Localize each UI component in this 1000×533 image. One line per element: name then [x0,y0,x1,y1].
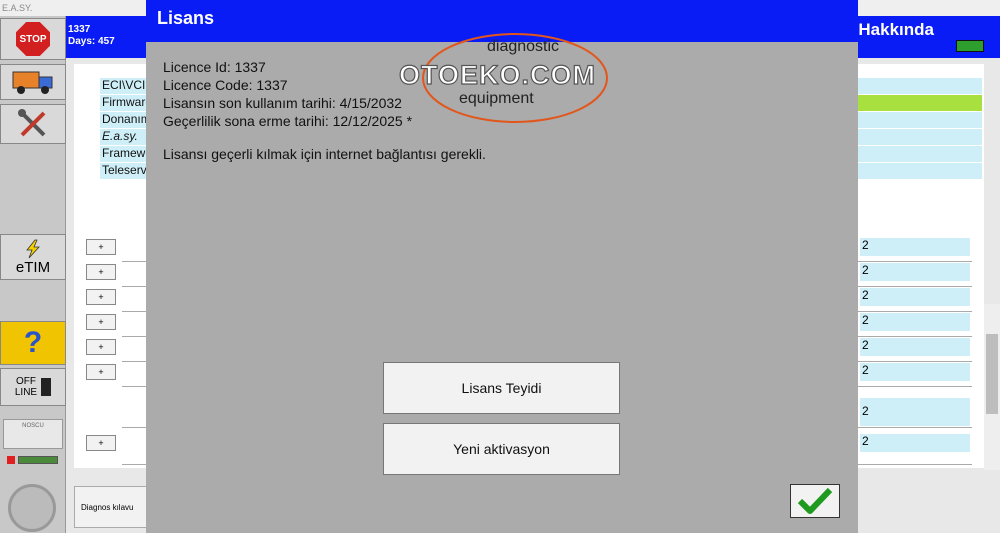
expand-button[interactable]: + [86,435,116,451]
connection-indicator [956,40,984,52]
tools-button[interactable] [0,104,66,144]
ok-button[interactable] [790,484,840,518]
value-cell-highlight [858,95,982,111]
tools-icon [18,109,46,137]
stop-icon: STOP [16,22,50,56]
value-cell [858,78,982,94]
session-line-1: 1337 [68,24,91,35]
truck-icon [12,71,53,94]
etim-label: eTIM [15,258,51,276]
offline-toggle[interactable]: OFF LINE [0,368,66,406]
session-days: Days: 457 [68,36,115,47]
row-value: 2 [860,238,970,256]
licence-code: Licence Code: 1337 [163,77,288,93]
vehicle-button[interactable] [0,64,66,100]
info-row-easy: E.a.sy. [100,129,150,145]
stop-button[interactable]: STOP [0,18,66,60]
lock-icon[interactable] [8,484,56,532]
row-value: 2 [860,288,970,306]
etim-button[interactable]: eTIM [0,234,66,280]
new-activation-button[interactable]: Yeni aktivasyon [383,423,620,475]
value-cell [858,163,982,179]
expand-button[interactable]: + [86,314,116,330]
info-row-hardware: Donanım [100,112,150,128]
info-row-framework: Framework [100,146,150,162]
expand-button[interactable]: + [86,239,116,255]
nosecu-label: NOSCU [22,423,44,429]
expand-button[interactable]: + [86,264,116,280]
expand-button[interactable]: + [86,289,116,305]
row-value: 2 [860,434,970,452]
value-cell [858,129,982,145]
diagnostic-guide-button[interactable]: Diagnos kılavu [74,486,150,528]
left-toolbar: STOP eTIM ? OFF LINE NOSCU [0,16,66,533]
status-led [7,456,15,464]
dialog-title: Lisans [157,8,215,28]
lightning-icon [26,239,40,258]
row-value: 2 [860,263,970,281]
scrollbar-thumb[interactable] [986,334,998,414]
row-value: 2 [860,338,970,356]
expand-button[interactable]: + [86,364,116,380]
value-cell [858,146,982,162]
help-icon: ? [23,326,43,359]
ecu-status-box: NOSCU [3,419,63,449]
internet-note: Lisansı geçerli kılmak için internet bağ… [163,146,486,162]
session-info: 1337 Days: 457 [68,24,115,48]
licence-confirm-button[interactable]: Lisans Teyidi [383,362,620,414]
row-value: 2 [860,313,970,331]
licence-details: Licence Id: 1337 Licence Code: 1337 Lisa… [163,58,412,130]
watermark-main: OTOEKO.COM [398,59,597,90]
watermark-top: diagnostic [487,38,560,55]
value-cell [858,112,982,128]
page-title: Hakkında [858,20,934,39]
info-row-eci: ECI\VCI [100,78,150,94]
offline-label-top: OFF [15,376,36,387]
checkmark-icon [797,487,833,514]
offline-label-bottom: LINE [14,387,38,398]
watermark-bottom: equipment [459,90,534,107]
row-value: 2 [860,398,970,426]
expand-button[interactable]: + [86,339,116,355]
signal-bar [18,456,58,464]
help-button[interactable]: ? [0,321,66,365]
usb-icon [41,378,52,396]
info-row-teleservice: Teleservice [100,163,150,179]
list-scrollbar[interactable] [984,304,1000,470]
info-row-firmware: Firmware [100,95,150,111]
licence-last-use: Lisansın son kullanım tarihi: 4/15/2032 [163,95,402,111]
row-value: 2 [860,363,970,381]
licence-expiry: Geçerlilik sona erme tarihi: 12/12/2025 … [163,113,413,129]
licence-id: Licence Id: 1337 [163,59,266,75]
watermark-logo: diagnostic OTOEKO.COM equipment [395,28,635,128]
